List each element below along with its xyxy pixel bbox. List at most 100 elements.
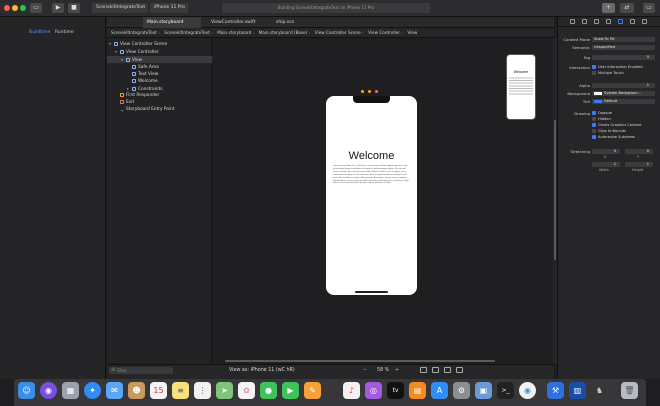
photos-icon[interactable]: ✿ <box>238 382 255 399</box>
safari-icon[interactable]: ✦ <box>84 382 101 399</box>
mail-icon[interactable]: ✉ <box>106 382 123 399</box>
messages-icon[interactable]: ● <box>260 382 277 399</box>
finder-icon[interactable]: ☺ <box>18 382 35 399</box>
clears-graphics-checkbox[interactable]: Clears Graphics Context <box>592 123 642 128</box>
accessibility-icon[interactable]: ♞ <box>591 382 608 399</box>
clips-to-bounds-checkbox[interactable]: Clips to Bounds <box>592 129 626 134</box>
launchpad-icon[interactable]: ▦ <box>62 382 79 399</box>
view-as-label[interactable]: View as: iPhone 11 (wC hR) <box>229 366 295 375</box>
xcode-icon[interactable]: ⚒ <box>547 382 564 399</box>
tab-viewcontroller-swift[interactable]: ViewController.swift <box>207 17 267 28</box>
close-window-button[interactable] <box>4 5 10 11</box>
chrome-icon[interactable]: ◉ <box>519 382 536 399</box>
horizontal-scroll-thumb[interactable] <box>225 360 495 362</box>
attributes-inspector-icon[interactable] <box>618 19 623 24</box>
autoresize-subviews-checkbox[interactable]: Autoresize Subviews <box>592 135 635 140</box>
quick-help-icon[interactable] <box>594 19 599 24</box>
outline-item[interactable]: → Storyboard Entry Point <box>107 106 212 113</box>
zoom-window-button[interactable] <box>20 5 26 11</box>
books-icon[interactable]: ▤ <box>409 382 426 399</box>
outline-item[interactable]: Text View <box>107 71 212 78</box>
align-icon[interactable] <box>432 367 439 373</box>
stretch-height-field[interactable]: 1 <box>625 162 653 167</box>
tv-icon[interactable]: tv <box>387 382 404 399</box>
welcome-label[interactable]: Welcome <box>326 150 417 162</box>
zoom-out-button[interactable]: − <box>363 366 367 375</box>
calendar-icon[interactable]: 15 <box>150 382 167 399</box>
exit-dock-icon[interactable] <box>375 90 378 93</box>
add-constraints-icon[interactable] <box>444 367 451 373</box>
code-review-button[interactable]: ⇄ <box>620 3 634 13</box>
notes-icon[interactable]: ≡ <box>172 382 189 399</box>
reminders-icon[interactable]: ⋮ <box>194 382 211 399</box>
vertical-scroll-thumb[interactable] <box>554 120 556 260</box>
body-text-view[interactable]: Lorem ipsum dolor sit er elit lamet, con… <box>333 165 410 185</box>
podcasts-icon[interactable]: ◎ <box>365 382 382 399</box>
system-preferences-icon[interactable]: ⚙ <box>453 382 470 399</box>
breadcrumb-project[interactable]: ScenekitIntegrateText <box>111 28 160 37</box>
scene-dock[interactable] <box>326 87 417 96</box>
alpha-field[interactable]: 1 <box>592 83 655 88</box>
opaque-checkbox[interactable]: Opaque <box>592 111 612 116</box>
outline-item[interactable]: Exit <box>107 99 212 106</box>
breadcrumb-file[interactable]: Main.storyboard <box>217 28 254 37</box>
view-controller-dock-icon[interactable] <box>361 90 364 93</box>
filter-field[interactable]: Filter <box>109 367 173 374</box>
breadcrumb-group[interactable]: ScenekitIntegrateText <box>164 28 213 37</box>
breadcrumb-view[interactable]: View <box>407 28 417 37</box>
scheme-selector[interactable]: ScenekitIntegrateText <box>92 3 148 13</box>
appstore-icon[interactable]: A <box>431 382 448 399</box>
resolve-issues-icon[interactable] <box>456 367 463 373</box>
preview-icon[interactable]: ▣ <box>475 382 492 399</box>
semantic-select[interactable]: Unspecified <box>592 45 655 50</box>
connections-inspector-icon[interactable] <box>642 19 647 24</box>
trash-icon[interactable]: 🗑 <box>621 382 638 399</box>
pages-icon[interactable]: ✎ <box>304 382 321 399</box>
outline-item[interactable]: First Responder <box>107 92 212 99</box>
instruments-icon[interactable]: ▥ <box>569 382 586 399</box>
first-responder-dock-icon[interactable] <box>368 90 371 93</box>
outline-item[interactable]: ▾ View Controller Scene <box>107 40 212 47</box>
stretch-width-field[interactable]: 1 <box>592 162 620 167</box>
outline-item[interactable]: ▾ View Controller <box>107 48 212 55</box>
tint-select[interactable]: Default <box>592 99 655 104</box>
tag-field[interactable]: 0 <box>592 55 655 60</box>
content-mode-select[interactable]: Scale To Fill <box>592 37 655 42</box>
stop-button[interactable]: ■ <box>68 3 80 13</box>
stretch-y-field[interactable]: 0 <box>625 149 653 154</box>
breadcrumb-scene[interactable]: View Controller Scene <box>315 28 364 37</box>
zoom-in-button[interactable]: + <box>395 366 399 375</box>
user-interaction-checkbox[interactable]: User Interaction Enabled <box>592 65 643 70</box>
siri-icon[interactable]: ◉ <box>40 382 57 399</box>
outline-item[interactable]: ▾ View <box>107 56 212 63</box>
breadcrumb-base[interactable]: Main.storyboard (Base) <box>259 28 311 37</box>
maps-icon[interactable]: ➤ <box>216 382 233 399</box>
size-inspector-icon[interactable] <box>630 19 635 24</box>
breadcrumb-controller[interactable]: View Controller <box>368 28 403 37</box>
device-selector[interactable]: iPhone 11 Pro <box>150 3 188 13</box>
facetime-icon[interactable]: ▶ <box>282 382 299 399</box>
tab-runtime[interactable]: Runtime <box>55 30 74 35</box>
music-icon[interactable]: ♪ <box>343 382 360 399</box>
tab-ship-scn[interactable]: ship.scn <box>272 17 312 28</box>
outline-item[interactable]: Safe Area <box>107 64 212 71</box>
stretch-x-field[interactable]: 0 <box>592 149 620 154</box>
file-inspector-icon[interactable] <box>570 19 575 24</box>
iphone-scene[interactable] <box>326 96 417 295</box>
history-inspector-icon[interactable] <box>582 19 587 24</box>
multiple-touch-checkbox[interactable]: Multiple Touch <box>592 71 624 76</box>
tab-main-storyboard[interactable]: Main.storyboard <box>143 17 201 28</box>
background-select[interactable]: System Backgroun... <box>592 91 655 96</box>
update-frames-icon[interactable] <box>420 367 427 373</box>
tab-buildtime[interactable]: Buildtime <box>29 30 50 35</box>
inspector-toggle-button[interactable]: ▭ <box>643 3 655 13</box>
terminal-icon[interactable]: >_ <box>497 382 514 399</box>
minimize-window-button[interactable] <box>12 5 18 11</box>
run-button[interactable]: ▶ <box>52 3 64 13</box>
hidden-checkbox[interactable]: Hidden <box>592 117 611 122</box>
outline-item[interactable]: Welcome <box>107 78 212 85</box>
identity-inspector-icon[interactable] <box>606 19 611 24</box>
sidebar-toggle-button[interactable]: ▭ <box>30 3 42 13</box>
contacts-icon[interactable]: ☻ <box>128 382 145 399</box>
outline-item[interactable]: ▸ Constraints <box>107 85 212 92</box>
